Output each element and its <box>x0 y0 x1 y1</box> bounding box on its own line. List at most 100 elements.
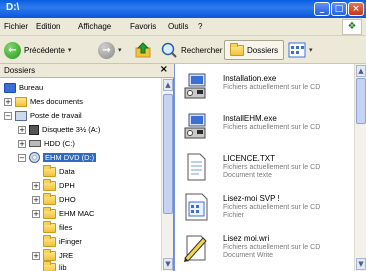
scroll-thumb[interactable] <box>356 78 366 124</box>
search-button[interactable]: Rechercher <box>160 40 222 60</box>
menu-affichage[interactable]: Affichage <box>78 22 111 31</box>
forward-arrow-icon: → <box>98 41 115 59</box>
desktop-icon <box>4 82 16 93</box>
tree-item-files[interactable]: files <box>32 220 73 234</box>
menu-favoris[interactable]: Favoris <box>130 22 156 31</box>
file-name: Installation.exe <box>223 74 277 83</box>
menu-outils[interactable]: Outils <box>168 22 188 31</box>
hard-drive-icon <box>29 140 41 147</box>
forward-dropdown-icon[interactable]: ▾ <box>118 46 122 54</box>
folders-button[interactable]: Dossiers <box>224 40 285 60</box>
installer-icon <box>184 113 206 139</box>
tree-label: EHM DVD (D:) <box>43 153 97 162</box>
search-icon <box>161 42 177 58</box>
window-title: D:\ <box>6 2 20 13</box>
floppy-icon <box>29 124 39 135</box>
scroll-thumb[interactable] <box>163 94 173 214</box>
file-description: Fichiers actuellement sur le CD Document… <box>223 244 320 260</box>
back-dropdown-icon[interactable]: ▾ <box>68 46 72 54</box>
back-label: Précédente <box>24 45 65 55</box>
toolbar: ← Précédente ▾ → ▾ Rechercher Dossiers ▾ <box>0 36 366 64</box>
close-button[interactable]: × <box>348 2 364 16</box>
views-button[interactable]: ▾ <box>288 40 313 60</box>
expand-icon[interactable]: + <box>18 139 26 148</box>
maximize-button[interactable]: □ <box>331 2 347 16</box>
file-item-lisez-moi-wri[interactable]: Lisez moi.wri Fichiers actuellement sur … <box>183 230 353 266</box>
generic-file-icon <box>185 193 208 221</box>
collapse-icon[interactable]: − <box>4 111 12 120</box>
tree-label: files <box>59 223 73 232</box>
tree-label: Mes documents <box>30 97 83 106</box>
folder-icon <box>43 234 56 247</box>
installer-icon <box>184 73 206 99</box>
file-name: InstallEHM.exe <box>223 114 277 123</box>
tree-label: HDD (C:) <box>44 139 75 148</box>
tree-item-disquette[interactable]: + Disquette 3½ (A:) <box>18 123 100 136</box>
tree-item-hdd[interactable]: + HDD (C:) <box>18 137 75 150</box>
menu-bar: Fichier Edition Affichage Favoris Outils… <box>0 18 366 36</box>
tree-label: EHM MAC <box>59 209 95 218</box>
expand-icon[interactable]: + <box>32 251 40 260</box>
tree-item-ehm-mac[interactable]: + EHM MAC <box>32 206 95 220</box>
file-location: Fichiers actuellement sur le CD <box>223 204 321 211</box>
tree-item-data[interactable]: Data <box>32 164 75 178</box>
up-folder-icon <box>135 42 151 58</box>
file-item-installehm[interactable]: InstallEHM.exe Fichiers actuellement sur… <box>183 110 353 146</box>
scroll-up-icon[interactable]: ▲ <box>356 65 366 77</box>
file-description: Fichiers actuellement sur le CD Document… <box>223 164 320 180</box>
collapse-icon[interactable]: − <box>18 153 26 162</box>
minimize-button[interactable]: _ <box>314 2 330 16</box>
file-location: Fichiers actuellement sur le CD <box>223 164 321 171</box>
scroll-down-icon[interactable]: ▼ <box>356 258 366 270</box>
expand-icon[interactable]: + <box>32 209 40 218</box>
expand-icon[interactable]: + <box>32 195 40 204</box>
menu-edition[interactable]: Edition <box>36 22 60 31</box>
text-document-icon <box>187 153 206 181</box>
file-item-licence[interactable]: LICENCE.TXT Fichiers actuellement sur le… <box>183 150 353 186</box>
file-list-scrollbar[interactable]: ▲ ▼ <box>354 64 366 271</box>
title-bar: D:\ _ □ × <box>0 0 366 18</box>
file-name: Lisez moi.wri <box>223 234 270 243</box>
file-item-lisez-moi-svp[interactable]: Lisez-moi SVP ! Fichiers actuellement su… <box>183 190 353 226</box>
folder-icon <box>43 206 56 219</box>
expand-icon[interactable]: + <box>18 125 26 134</box>
file-type: Document texte <box>223 172 273 179</box>
back-arrow-icon: ← <box>4 41 21 59</box>
file-description: Fichiers actuellement sur le CD <box>223 84 320 92</box>
tree-label: iFinger <box>59 237 82 246</box>
up-folder-button[interactable] <box>134 40 152 60</box>
tree-item-lib[interactable]: lib <box>32 260 67 271</box>
close-pane-icon[interactable]: × <box>160 64 168 75</box>
scroll-down-icon[interactable]: ▼ <box>163 258 173 270</box>
file-item-installation[interactable]: Installation.exe Fichiers actuellement s… <box>183 70 353 106</box>
tree-item-ifinger[interactable]: iFinger <box>32 234 82 248</box>
expand-icon[interactable]: + <box>4 97 12 106</box>
tree-label: Disquette 3½ (A:) <box>42 125 101 134</box>
menu-help[interactable]: ? <box>198 22 202 31</box>
windows-logo-icon: ❖ <box>342 19 362 35</box>
expand-icon[interactable]: + <box>32 181 40 190</box>
forward-button[interactable]: → ▾ <box>98 40 122 60</box>
tree-item-poste-de-travail[interactable]: − Poste de travail <box>4 109 82 122</box>
tree-item-mes-documents[interactable]: + Mes documents <box>4 95 83 108</box>
write-document-icon <box>184 235 207 262</box>
back-button[interactable]: ← Précédente ▾ <box>4 40 71 60</box>
folder-icon <box>43 260 56 271</box>
file-name: LICENCE.TXT <box>223 154 276 163</box>
my-documents-icon <box>15 96 27 107</box>
scroll-up-icon[interactable]: ▲ <box>163 79 173 91</box>
folder-pane-scrollbar[interactable]: ▲ ▼ <box>161 78 173 271</box>
tree-item-bureau[interactable]: Bureau <box>4 81 43 94</box>
file-location: Fichiers actuellement sur le CD <box>223 84 321 91</box>
views-dropdown-icon[interactable]: ▾ <box>309 46 313 54</box>
file-type: Fichier <box>223 212 245 219</box>
file-location: Fichiers actuellement sur le CD <box>223 124 321 131</box>
folder-icon <box>43 220 56 233</box>
tree-item-dho[interactable]: + DHO <box>32 192 76 206</box>
file-description: Fichiers actuellement sur le CD <box>223 124 320 132</box>
tree-item-dph[interactable]: + DPH <box>32 178 75 192</box>
menu-fichier[interactable]: Fichier <box>4 22 28 31</box>
tree-item-dvd[interactable]: − EHM DVD (D:) <box>18 151 97 164</box>
my-computer-icon <box>15 110 27 121</box>
folders-label: Dossiers <box>247 45 279 55</box>
